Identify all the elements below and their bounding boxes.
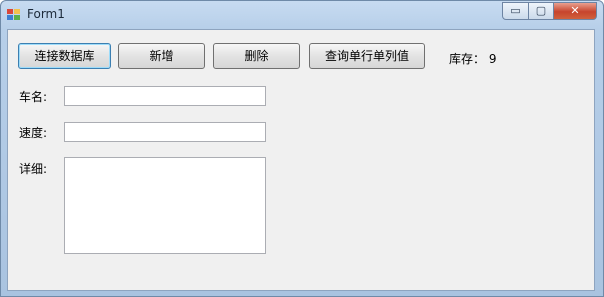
connect-database-button[interactable]: 连接数据库 [18,43,111,69]
close-button[interactable]: ✕ [553,2,597,20]
add-button[interactable]: 新增 [118,43,205,69]
query-single-value-button[interactable]: 查询单行单列值 [309,43,425,69]
speed-label: 速度: [19,126,48,140]
minimize-button[interactable]: ▭ [502,2,529,20]
stock-readout: 库存： 9 [449,50,496,67]
maximize-button[interactable]: ▢ [528,2,554,20]
stock-value: 9 [488,52,497,66]
title-bar[interactable]: Form1 ▭ ▢ ✕ [1,1,603,29]
form-client-area: 连接数据库 新增 删除 查询单行单列值 库存： 9 车名: 速度: 详细: [7,29,595,291]
detail-textarea[interactable] [64,157,266,254]
app-window: Form1 ▭ ▢ ✕ 连接数据库 新增 删除 查询单行单列值 库存： 9 车名… [0,0,604,297]
delete-button[interactable]: 删除 [213,43,300,69]
stock-label: 库存： [449,52,486,66]
car-name-label: 车名: [19,90,48,104]
window-title: Form1 [27,7,65,21]
speed-input[interactable] [64,122,266,142]
detail-label: 详细: [19,162,48,176]
app-icon [7,9,21,21]
car-name-input[interactable] [64,86,266,106]
